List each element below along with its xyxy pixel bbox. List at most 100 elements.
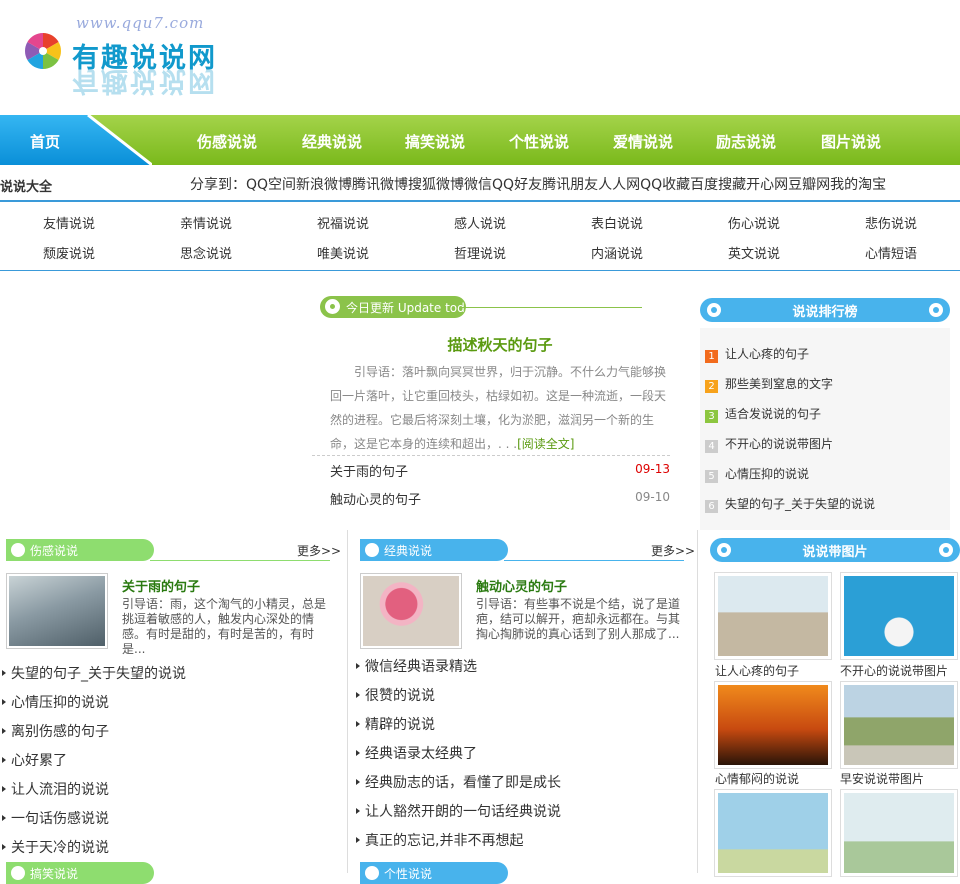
nav-home-label[interactable]: 首页 [30, 131, 60, 152]
rank-item[interactable]: 1 让人心疼的句子 [705, 345, 809, 363]
list-item[interactable]: 微信经典语录精选 [356, 656, 477, 676]
picture-caption[interactable]: 心情郁闷的说说 [715, 770, 799, 787]
category-link[interactable]: 思念说说 [180, 243, 232, 262]
divider [347, 530, 348, 873]
more-link[interactable]: 更多>> [651, 542, 695, 559]
pinwheel-icon [24, 32, 62, 70]
nav-item-funny[interactable]: 搞笑说说 [405, 131, 465, 152]
category-link[interactable]: 心情短语 [865, 243, 917, 262]
list-item[interactable]: 经典语录太经典了 [356, 743, 477, 763]
sunset-silhouette-image [718, 685, 828, 765]
category-link[interactable]: 友情说说 [43, 213, 95, 232]
rank-item[interactable]: 4 不开心的说说带图片 [705, 435, 833, 453]
rank-item[interactable]: 3 适合发说说的句子 [705, 405, 821, 423]
category-link[interactable]: 内涵说说 [591, 243, 643, 262]
rank-item[interactable]: 6 失望的句子_关于失望的说说 [705, 495, 875, 513]
sub-bar-title[interactable]: 说说大全 [0, 176, 52, 195]
logo-reflection: 有趣说说网 [72, 65, 217, 96]
list-item[interactable]: 离别伤感的句子 [2, 721, 109, 741]
read-more-link[interactable]: [阅读全文] [517, 437, 574, 451]
card-excerpt: 引导语：有些事不说是个结，说了是道疤，结可以解开，疤却永远都在。与其掏心掏肺说的… [476, 597, 681, 641]
list-item[interactable]: 让人流泪的说说 [2, 779, 109, 799]
rank-item-label[interactable]: 心情压抑的说说 [725, 467, 809, 481]
category-link[interactable]: 伤心说说 [728, 213, 780, 232]
rank-item-label[interactable]: 让人心疼的句子 [725, 347, 809, 361]
rank-number: 2 [705, 380, 718, 393]
category-link[interactable]: 感人说说 [454, 213, 506, 232]
picture-caption[interactable]: 不开心的说说带图片 [840, 662, 948, 679]
nav-item-sad[interactable]: 伤感说说 [197, 131, 257, 152]
picture-thumb[interactable] [840, 789, 958, 877]
picture-thumb[interactable] [714, 789, 832, 877]
nav-item-love[interactable]: 爱情说说 [613, 131, 673, 152]
rank-header-title: 说说排行榜 [792, 305, 858, 320]
nav-item-inspire[interactable]: 励志说说 [716, 131, 776, 152]
picture-thumb[interactable] [840, 572, 958, 660]
nav-item-pictures[interactable]: 图片说说 [821, 131, 881, 152]
card-thumbnail[interactable] [6, 573, 108, 649]
list-item[interactable]: 心情压抑的说说 [2, 692, 109, 712]
card-title[interactable]: 关于雨的句子 [122, 576, 200, 595]
rank-item-label[interactable]: 失望的句子_关于失望的说说 [725, 497, 875, 511]
list-item[interactable]: 精辟的说说 [356, 714, 435, 734]
list-item[interactable]: 关于天冷的说说 [2, 837, 109, 857]
tree-image [718, 793, 828, 873]
list-item[interactable]: 很赞的说说 [356, 685, 435, 705]
section-title: 经典说说 [384, 544, 433, 558]
picture-thumb[interactable] [840, 681, 958, 769]
hill-view-image [844, 685, 954, 765]
nav-home-tab[interactable] [0, 115, 152, 165]
divider [504, 560, 684, 561]
rank-number: 1 [705, 350, 718, 363]
rank-item-label[interactable]: 适合发说说的句子 [725, 407, 821, 421]
beach-image [718, 576, 828, 656]
more-link[interactable]: 更多>> [297, 542, 341, 559]
list-item[interactable]: 关于雨的句子 09-13 [330, 461, 670, 480]
section-title: 说说带图片 [802, 545, 868, 560]
category-link[interactable]: 哲理说说 [454, 243, 506, 262]
rank-number: 5 [705, 470, 718, 483]
card-thumbnail[interactable] [360, 573, 462, 649]
rank-item[interactable]: 2 那些美到窒息的文字 [705, 375, 833, 393]
circle-dot-icon [939, 543, 953, 557]
share-links[interactable]: 分享到：QQ空间新浪微博腾讯微博搜狐微博微信QQ好友腾讯朋友人人网QQ收藏百度搜… [190, 174, 960, 194]
category-link[interactable]: 表白说说 [591, 213, 643, 232]
category-link[interactable]: 颓废说说 [43, 243, 95, 262]
picture-caption[interactable]: 让人心疼的句子 [715, 662, 799, 679]
list-item-title[interactable]: 触动心灵的句子 [330, 493, 421, 508]
featured-title[interactable]: 描述秋天的句子 [312, 334, 688, 355]
rank-number: 6 [705, 500, 718, 513]
category-link[interactable]: 祝福说说 [317, 213, 369, 232]
divider [697, 530, 698, 873]
nav-item-personality[interactable]: 个性说说 [509, 131, 569, 152]
picture-thumb[interactable] [714, 681, 832, 769]
picture-caption[interactable]: 早安说说带图片 [840, 770, 924, 787]
card-title[interactable]: 触动心灵的句子 [476, 576, 567, 595]
rank-number: 3 [705, 410, 718, 423]
picture-thumb[interactable] [714, 572, 832, 660]
nav-item-classic[interactable]: 经典说说 [302, 131, 362, 152]
logo-url: www.qqu7.com [76, 14, 205, 32]
list-item[interactable]: 让人豁然开朗的一句话经典说说 [356, 801, 561, 821]
list-item[interactable]: 一句话伤感说说 [2, 808, 109, 828]
list-item[interactable]: 经典励志的话，看懂了即是成长 [356, 772, 561, 792]
rank-item-label[interactable]: 不开心的说说带图片 [725, 437, 833, 451]
list-item[interactable]: 真正的忘记,并非不再想起 [355, 830, 523, 850]
category-link[interactable]: 亲情说说 [180, 213, 232, 232]
divider [462, 307, 642, 308]
category-link[interactable]: 悲伤说说 [865, 213, 917, 232]
featured-excerpt: 引导语：落叶飘向冥冥世界，归于沉静。不什么力气能够换回一片落叶，让它重回枝头，枯… [330, 360, 668, 456]
rank-item[interactable]: 5 心情压抑的说说 [705, 465, 809, 483]
circle-dot-icon [325, 299, 340, 314]
category-link[interactable]: 唯美说说 [317, 243, 369, 262]
circle-icon [11, 866, 25, 880]
rank-item-label[interactable]: 那些美到窒息的文字 [725, 377, 833, 391]
section-header-sad: 伤感说说 [6, 539, 154, 561]
list-item[interactable]: 心好累了 [2, 750, 67, 770]
list-item-title[interactable]: 关于雨的句子 [330, 465, 408, 480]
section-header-funny: 搞笑说说 [6, 862, 154, 884]
list-item[interactable]: 失望的句子_关于失望的说说 [2, 663, 186, 683]
field-image [844, 793, 954, 873]
category-link[interactable]: 英文说说 [728, 243, 780, 262]
list-item[interactable]: 触动心灵的句子 09-10 [330, 489, 670, 508]
